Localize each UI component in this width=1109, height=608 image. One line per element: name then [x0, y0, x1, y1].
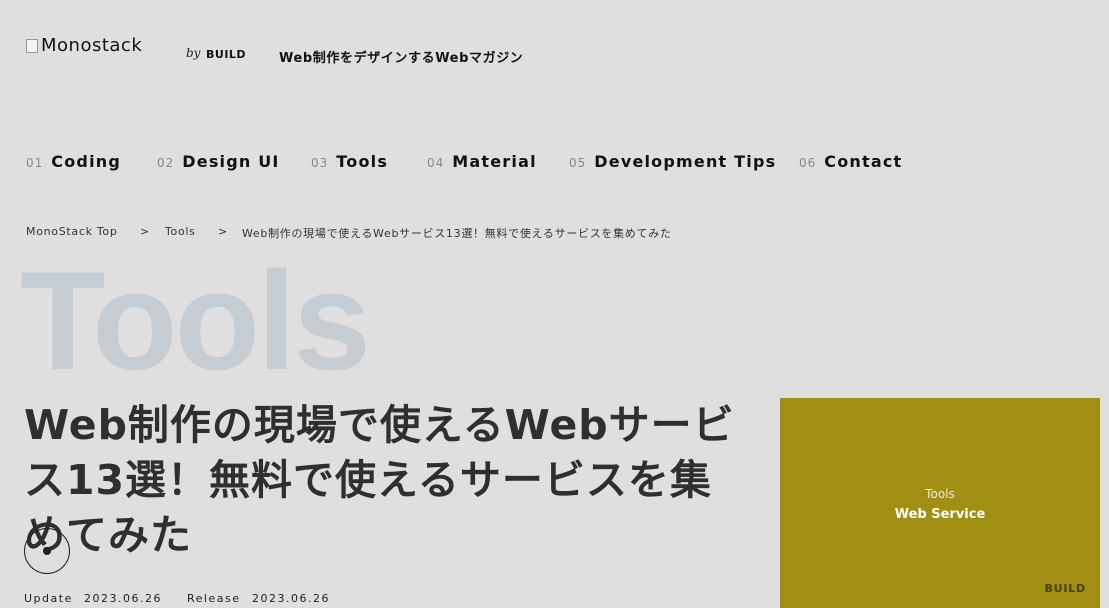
nav-number: 02: [157, 156, 175, 170]
thumbnail-brand: BUILD: [1044, 582, 1086, 595]
nav-label: Coding: [51, 152, 121, 171]
scroll-indicator-button[interactable]: [24, 528, 70, 574]
category-heading: Tools: [20, 242, 371, 399]
nav-label: Design UI: [182, 152, 280, 171]
article-thumbnail: Tools Web Service BUILD: [780, 398, 1100, 608]
nav-label: Tools: [336, 152, 389, 171]
nav-number: 04: [427, 156, 445, 170]
nav-item-design-ui[interactable]: 02 Design UI: [157, 152, 280, 171]
nav-number: 05: [569, 156, 587, 170]
build-brand[interactable]: BUILD: [206, 48, 246, 61]
nav-item-coding[interactable]: 01 Coding: [26, 152, 121, 171]
site-logo[interactable]: Monostack: [26, 35, 142, 56]
breadcrumb-home[interactable]: MonoStack Top: [26, 225, 118, 238]
update-label: Update: [24, 592, 73, 605]
breadcrumb-separator: >: [218, 225, 228, 238]
thumbnail-subtitle: Web Service: [894, 507, 986, 522]
nav-label: Material: [452, 152, 537, 171]
by-label: by: [186, 46, 201, 60]
site-tagline: Web制作をデザインするWebマガジン: [279, 51, 524, 66]
nav-number: 01: [26, 156, 44, 170]
nav-item-material[interactable]: 04 Material: [427, 152, 537, 171]
nav-item-contact[interactable]: 06 Contact: [799, 152, 902, 171]
release-label: Release: [187, 592, 241, 605]
nav-item-tools[interactable]: 03 Tools: [311, 152, 388, 171]
nav-label: Contact: [824, 152, 903, 171]
breadcrumb-separator: >: [140, 225, 150, 238]
article-title: Web制作の現場で使えるWebサービス13選！無料で使えるサービスを集めてみた: [24, 401, 735, 559]
broken-image-icon: [26, 38, 38, 53]
nav-label: Development Tips: [594, 152, 777, 171]
dot-icon: [43, 547, 51, 555]
nav-item-development-tips[interactable]: 05 Development Tips: [569, 152, 776, 171]
nav-number: 03: [311, 156, 329, 170]
breadcrumb-category[interactable]: Tools: [165, 225, 196, 238]
breadcrumb-current: Web制作の現場で使えるWebサービス13選！無料で使えるサービスを集めてみた: [242, 227, 672, 240]
update-date: 2023.06.26: [84, 592, 162, 605]
thumbnail-category: Tools: [925, 487, 955, 501]
release-date: 2023.06.26: [252, 592, 330, 605]
nav-number: 06: [799, 156, 817, 170]
logo-text: Monostack: [41, 35, 143, 56]
